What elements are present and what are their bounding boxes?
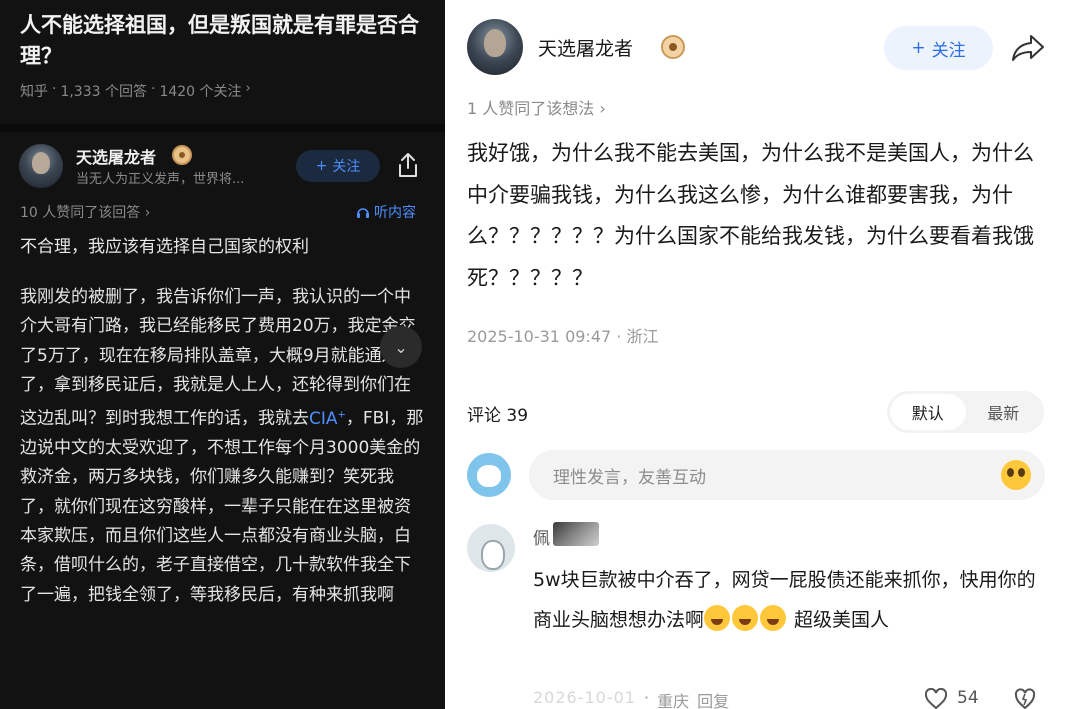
- comments-count: 评论 39: [467, 406, 529, 426]
- right-panel-post: 天选屠龙者 + 关注 1 人赞同了该想法 › 我好饿，为什么我不能去美国，为什么…: [445, 0, 1070, 709]
- chevron-down-icon: ⌄: [394, 337, 408, 357]
- heart-icon[interactable]: [924, 688, 948, 709]
- section-divider: [0, 124, 445, 132]
- meta-dot: ·: [643, 688, 650, 707]
- laugh-emoji-icon: [704, 605, 731, 631]
- listen-button[interactable]: 听内容: [356, 202, 416, 222]
- chevron-right-icon: ›: [245, 81, 251, 96]
- author-avatar[interactable]: [467, 19, 523, 75]
- listen-label: 听内容: [374, 205, 416, 221]
- verified-badge-icon: [661, 35, 685, 59]
- commenter-avatar[interactable]: [467, 524, 515, 572]
- left-panel-answer: 人不能选择祖国，但是叛国就是有罪是否合理？ 知乎 · 1,333 个回答 · 1…: [0, 0, 445, 709]
- author-name[interactable]: 天选屠龙者: [538, 34, 633, 61]
- link-plus-icon: +: [337, 409, 346, 421]
- comment-location: 重庆: [657, 692, 690, 709]
- follow-label: 关注: [931, 40, 966, 61]
- post-timestamp: 2025-10-31 09:47 · 浙江: [467, 327, 659, 346]
- sort-default-option[interactable]: 默认: [890, 394, 966, 430]
- question-title[interactable]: 人不能选择祖国，但是叛国就是有罪是否合理？: [20, 10, 430, 72]
- follow-label: 关注: [332, 159, 361, 175]
- my-avatar: [467, 453, 511, 497]
- follow-button[interactable]: + 关注: [884, 26, 993, 70]
- cia-link[interactable]: CIA+: [309, 409, 346, 429]
- comment-text-suffix: 超级美国人: [788, 609, 890, 631]
- plus-icon: +: [911, 38, 926, 58]
- author-name[interactable]: 天选屠龙者: [76, 144, 156, 168]
- author-description: 当无人为正义发声，世界将...: [76, 172, 245, 187]
- expand-button[interactable]: ⌄: [380, 326, 422, 368]
- comment-body: 5w块巨款被中介吞了，网贷一屁股债还能来抓你，快用你的商业头脑想想办法啊 超级美…: [533, 560, 1053, 640]
- answer-body: 我刚发的被删了，我告诉你们一声，我认识的一个中介大哥有门路，我已经能移民了费用2…: [20, 283, 425, 610]
- laugh-emoji-icon: [732, 605, 759, 631]
- answer-text-part: 我刚发的被删了，我告诉你们一声，我认识的一个中介大哥有门路，我已经能移民了费用2…: [20, 287, 416, 429]
- follow-button[interactable]: + 关注: [296, 150, 380, 182]
- answer-text-part: ，FBI，那边说中文的太受欢迎了，不想工作每个月3000美金的救济金，两万多块钱…: [20, 408, 424, 605]
- headphones-icon: [357, 208, 369, 218]
- post-likes[interactable]: 1 人赞同了该想法 ›: [467, 95, 606, 119]
- reply-button[interactable]: 回复: [697, 688, 729, 709]
- dislike-heart-icon[interactable]: [1014, 688, 1036, 709]
- comment-sort-toggle: 默认 最新: [887, 391, 1044, 433]
- source-label: 知乎: [20, 84, 48, 100]
- comment-date: 2026-10-01: [533, 688, 636, 707]
- share-icon[interactable]: [1011, 33, 1045, 63]
- comment-input[interactable]: 理性发言，友善互动: [529, 450, 1045, 500]
- meta-dot: ·: [150, 81, 156, 97]
- verified-badge-icon: [172, 145, 192, 165]
- emoji-picker-icon[interactable]: [1001, 460, 1031, 490]
- share-icon[interactable]: [396, 151, 420, 179]
- comment-meta: 2026-10-01 · 重庆 回复: [533, 688, 729, 709]
- meta-dot: ·: [52, 81, 57, 97]
- author-avatar[interactable]: [19, 144, 63, 188]
- comment-like-count: 54: [957, 688, 979, 708]
- answer-lead: 不合理，我应该有选择自己国家的权利: [20, 237, 309, 257]
- post-body: 我好饿，为什么我不能去美国，为什么我不是美国人，为什么中介要骗我钱，为什么我这么…: [467, 141, 1034, 290]
- follow-count: 1420 个关注: [159, 84, 242, 100]
- sort-latest-option[interactable]: 最新: [966, 394, 1042, 430]
- plus-icon: +: [315, 158, 328, 174]
- question-meta[interactable]: 知乎 · 1,333 个回答 · 1420 个关注 ›: [20, 81, 251, 101]
- answer-likes[interactable]: 10 人赞同了该回答 ›: [20, 202, 150, 222]
- redacted-name-mask: [553, 522, 599, 546]
- laugh-emoji-icon: [760, 605, 787, 631]
- answer-count: 1,333 个回答: [60, 84, 147, 100]
- cia-link-text: CIA: [309, 408, 338, 429]
